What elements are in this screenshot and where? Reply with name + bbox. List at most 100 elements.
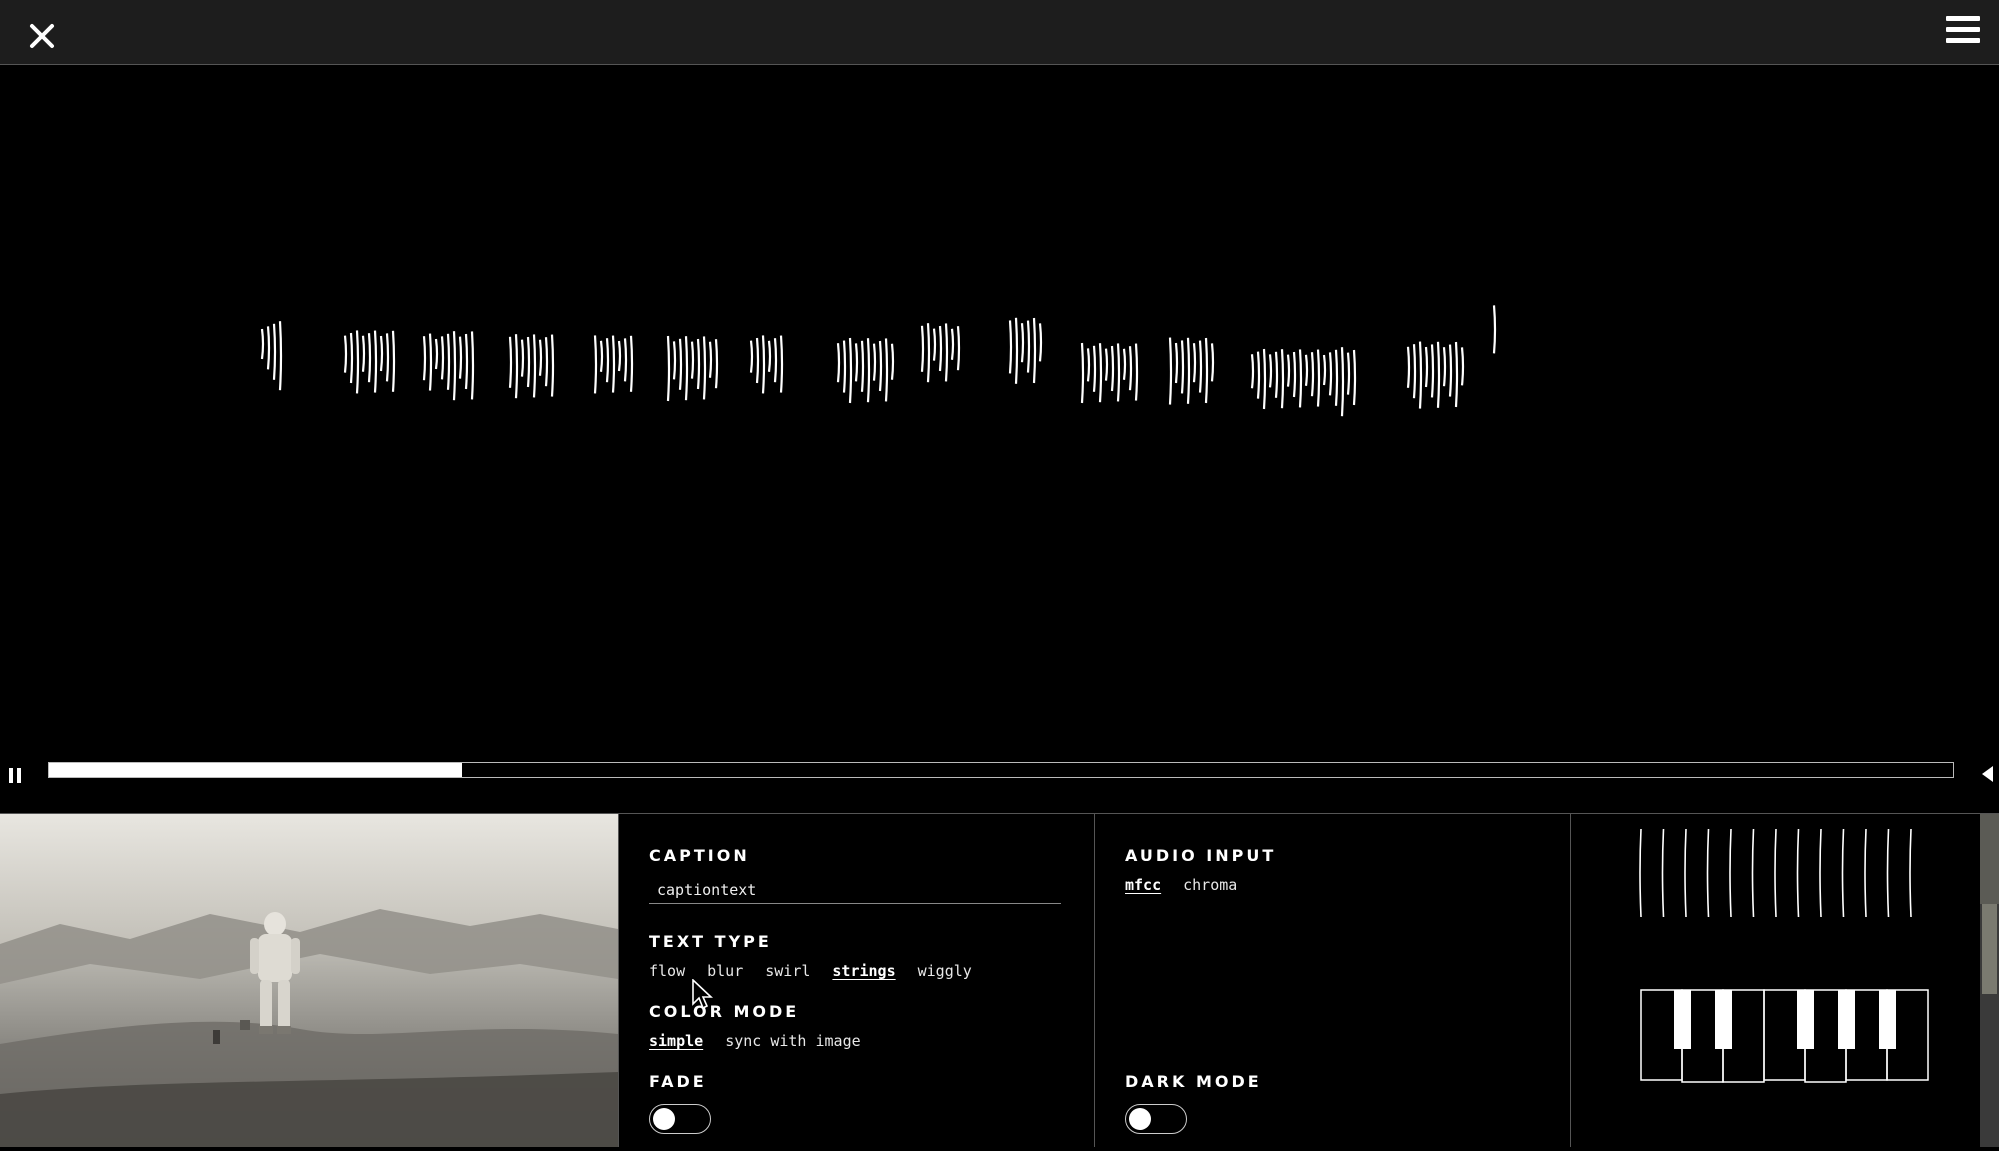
string-line	[696, 338, 701, 390]
string-line	[950, 328, 955, 360]
text-type-option-strings[interactable]: strings	[832, 962, 895, 980]
string-line	[1454, 341, 1459, 408]
string-line	[1086, 348, 1091, 382]
source-image-thumbnail	[0, 814, 618, 1147]
string-line	[1080, 342, 1085, 404]
string-line	[1186, 337, 1191, 404]
string-line	[1280, 349, 1285, 409]
mini-string-line	[1729, 828, 1732, 918]
volume-icon[interactable]	[1982, 766, 1993, 782]
string-line	[920, 325, 925, 372]
string-line	[272, 323, 277, 380]
string-line	[860, 340, 865, 392]
string-line	[854, 343, 859, 382]
string-line	[956, 326, 961, 371]
string-line	[1134, 343, 1139, 401]
string-line	[1328, 352, 1333, 396]
string-line	[617, 340, 622, 372]
string-line	[1346, 352, 1351, 395]
audio-input-option-mfcc[interactable]: mfcc	[1125, 876, 1161, 894]
close-icon[interactable]	[22, 16, 62, 56]
audio-input-option-chroma[interactable]: chroma	[1183, 876, 1237, 894]
scrollbar[interactable]	[1980, 814, 1999, 1147]
string-line	[1262, 348, 1267, 410]
audio-input-options: mfcc chroma	[1125, 876, 1237, 894]
string-line	[1014, 317, 1019, 384]
string-line	[666, 335, 671, 402]
toggle-knob	[1129, 1108, 1151, 1130]
string-line	[599, 340, 604, 372]
string-line	[684, 336, 689, 401]
string-line	[526, 336, 531, 388]
color-mode-option-simple[interactable]: simple	[649, 1032, 703, 1050]
mini-string-line	[1864, 828, 1867, 918]
dark-mode-toggle[interactable]	[1125, 1104, 1187, 1134]
string-line	[1268, 354, 1273, 388]
text-type-option-blur[interactable]: blur	[707, 962, 743, 980]
progress-fill	[49, 763, 463, 777]
caption-input[interactable]	[649, 876, 1061, 904]
text-type-option-wiggly[interactable]: wiggly	[918, 962, 972, 980]
mini-string-line	[1706, 828, 1710, 918]
string-line	[1412, 344, 1417, 399]
bottom-panel: CAPTION TEXT TYPE flow blur swirl strings wi…	[0, 813, 1999, 1147]
string-line	[1418, 341, 1423, 409]
string-line	[1192, 343, 1197, 383]
hamburger-menu-icon[interactable]	[1946, 14, 1980, 46]
string-line	[1292, 351, 1297, 398]
text-type-heading: TEXT TYPE	[649, 932, 772, 951]
string-line	[1250, 354, 1255, 389]
mini-string-line	[1796, 828, 1800, 918]
progress-bar[interactable]	[48, 762, 1954, 778]
mini-strings-icon	[1639, 828, 1912, 918]
string-line	[1038, 323, 1043, 362]
string-line	[464, 333, 469, 390]
string-line	[1274, 351, 1279, 398]
menu-line	[1946, 27, 1980, 32]
string-line	[458, 336, 463, 379]
mini-string-line	[1751, 828, 1755, 918]
string-line	[1110, 345, 1115, 392]
string-line	[779, 335, 784, 393]
string-line	[1008, 320, 1013, 374]
fade-toggle[interactable]	[649, 1104, 711, 1134]
string-line	[1286, 354, 1291, 387]
string-line	[611, 335, 616, 393]
string-line	[1340, 347, 1345, 417]
pause-icon[interactable]	[8, 768, 24, 784]
string-line	[749, 340, 754, 373]
string-line	[884, 338, 889, 402]
mini-string-line	[1684, 828, 1687, 918]
scrollbar-track	[1980, 814, 1999, 904]
string-line	[446, 333, 451, 390]
string-line	[890, 343, 895, 380]
string-line	[514, 334, 519, 399]
string-line	[1304, 354, 1309, 386]
string-line	[872, 343, 877, 381]
strings-text-visualization	[260, 305, 1497, 417]
string-line	[1020, 323, 1025, 363]
string-line	[1168, 337, 1173, 405]
color-mode-option-sync-with-image[interactable]: sync with image	[725, 1032, 860, 1050]
string-line	[385, 333, 390, 382]
string-line	[1104, 348, 1109, 381]
string-line	[422, 336, 427, 381]
string-line	[708, 341, 713, 378]
string-line	[1026, 320, 1031, 373]
string-line	[773, 338, 778, 383]
string-line	[361, 335, 366, 372]
dark-mode-heading: DARK MODE	[1125, 1072, 1262, 1091]
text-type-option-swirl[interactable]: swirl	[765, 962, 810, 980]
string-line	[1424, 346, 1429, 388]
string-line	[690, 341, 695, 379]
string-line	[1092, 345, 1097, 392]
string-line	[1128, 346, 1133, 391]
string-line	[1198, 340, 1203, 393]
caption-heading: CAPTION	[649, 846, 750, 865]
string-line	[836, 343, 841, 383]
string-line	[1334, 349, 1339, 406]
text-type-option-flow[interactable]: flow	[649, 962, 685, 980]
mini-string-line	[1841, 828, 1845, 918]
toggle-knob	[653, 1108, 675, 1130]
scrollbar-thumb[interactable]	[1982, 904, 1997, 994]
